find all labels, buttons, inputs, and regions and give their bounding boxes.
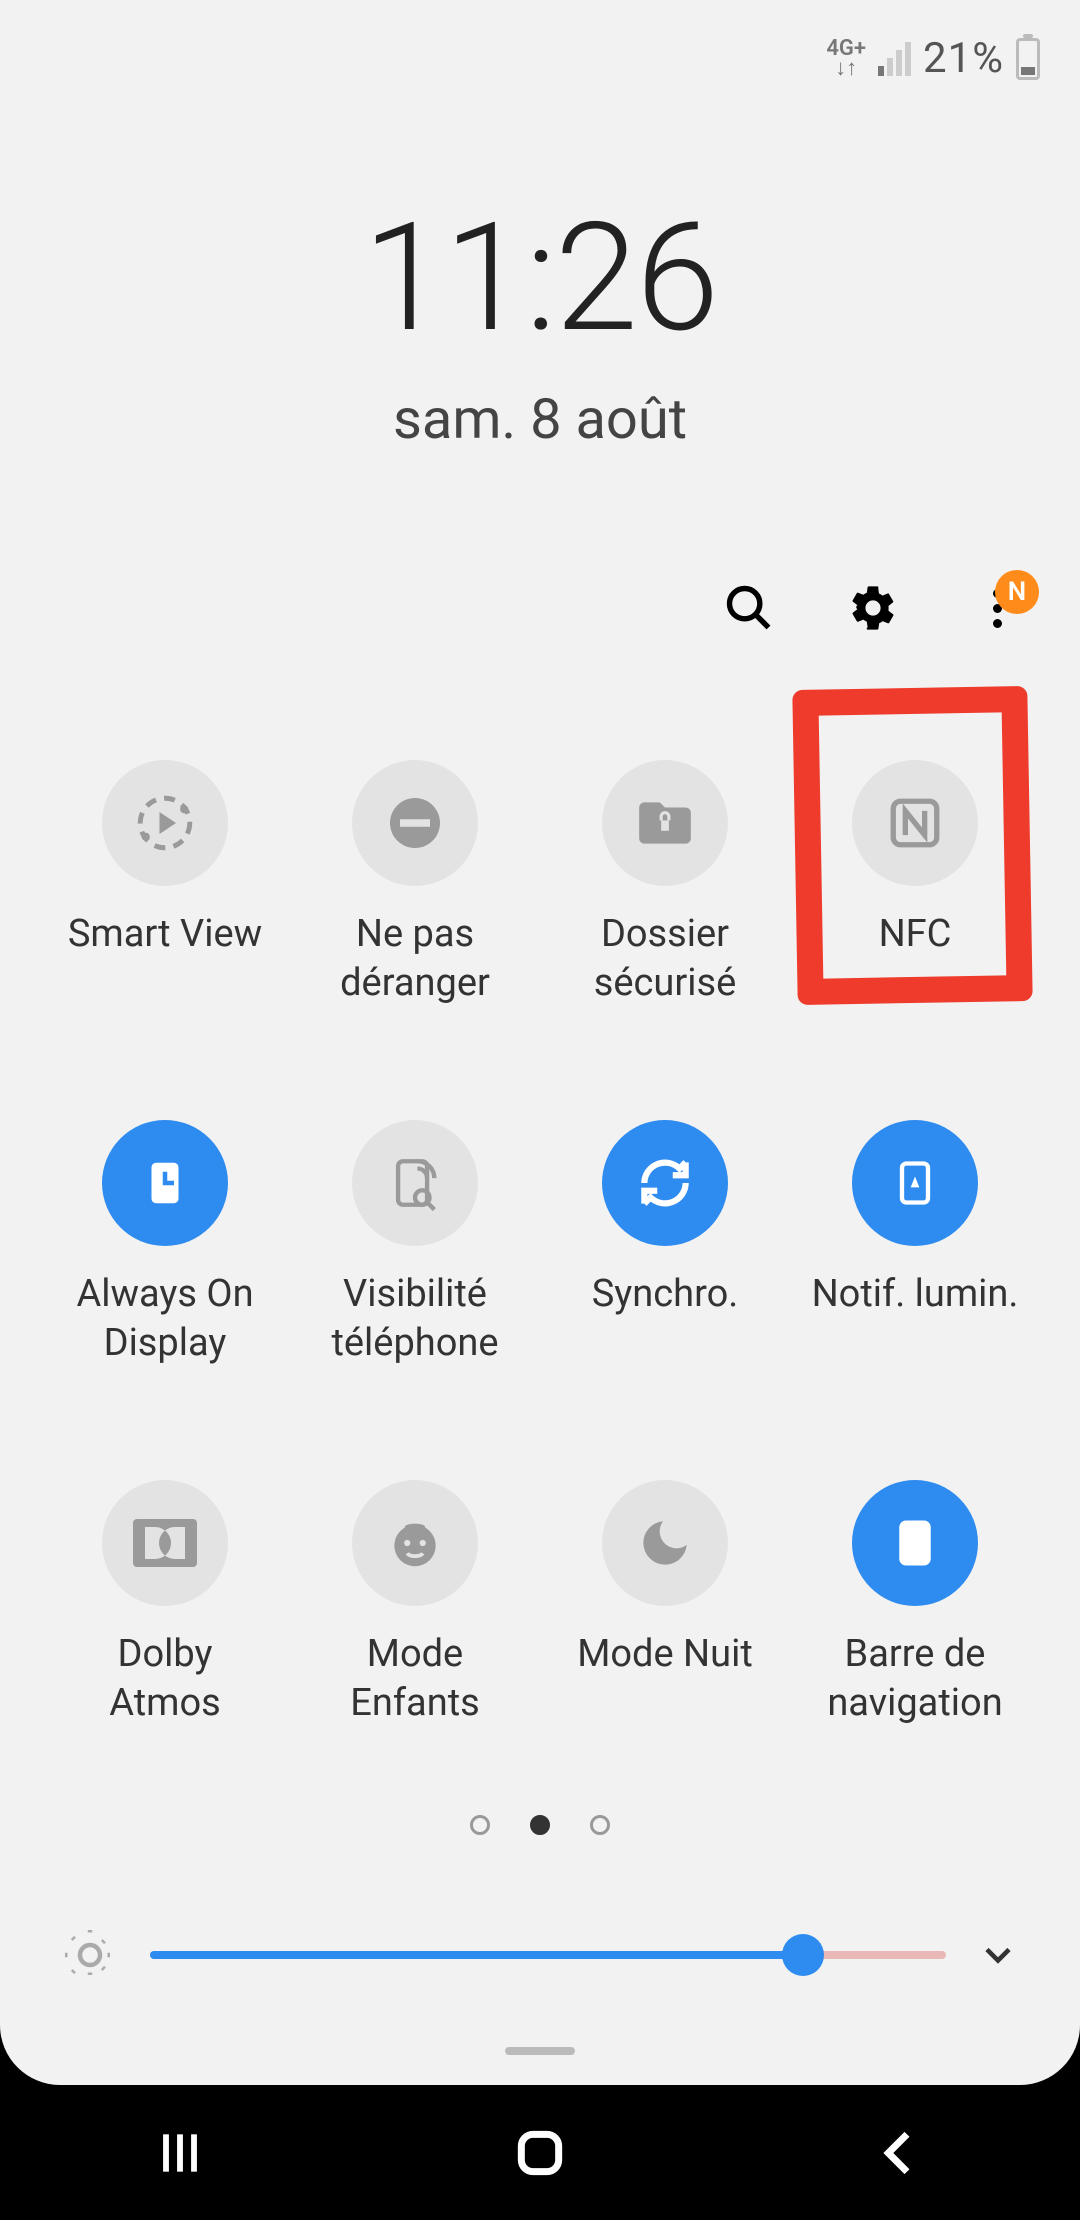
gear-icon <box>847 582 899 634</box>
quick-settings-panel: 4G+ ↓↑ 21% 11:26 sam. 8 août N <box>0 0 1080 2085</box>
tile-smart-view[interactable]: Smart View <box>45 760 285 1010</box>
kids-icon <box>384 1512 446 1574</box>
tile-label: Barre denavigation <box>827 1630 1002 1730</box>
tile-label: Mode Nuit <box>577 1630 753 1730</box>
network-indicator: 4G+ ↓↑ <box>826 39 866 79</box>
brightness-thumb[interactable] <box>782 1934 824 1976</box>
tile-label: Notif. lumin. <box>812 1270 1019 1370</box>
tile-edge-lighting[interactable]: Notif. lumin. <box>795 1120 1035 1370</box>
home-icon <box>512 2125 568 2181</box>
signal-icon <box>878 42 911 76</box>
battery-icon <box>1016 38 1040 80</box>
tile-sync[interactable]: Synchro. <box>545 1120 785 1370</box>
visibility-icon <box>386 1154 444 1212</box>
clock-time: 11:26 <box>0 190 1080 366</box>
tile-phone-visibility[interactable]: Visibilitétéléphone <box>295 1120 535 1370</box>
system-navigation-bar <box>0 2085 1080 2220</box>
settings-button[interactable] <box>845 580 901 636</box>
tile-label: ModeEnfants <box>350 1630 480 1730</box>
tile-label: Always OnDisplay <box>76 1270 253 1370</box>
back-button[interactable] <box>800 2113 1000 2193</box>
aod-icon <box>138 1156 192 1210</box>
tile-label: NFC <box>879 910 952 1010</box>
home-button[interactable] <box>440 2113 640 2193</box>
night-icon <box>636 1514 694 1572</box>
clock-block: 11:26 sam. 8 août <box>0 190 1080 452</box>
quick-tiles-grid: Smart View Ne pasdéranger Dossiersécuris… <box>0 760 1080 1730</box>
battery-percent: 21% <box>923 34 1004 83</box>
tile-label: Dossiersécurisé <box>594 910 736 1010</box>
panel-actions: N <box>721 580 1025 636</box>
tile-label: Visibilitétéléphone <box>331 1270 498 1370</box>
sync-icon <box>634 1152 696 1214</box>
tile-label: DolbyAtmos <box>109 1630 221 1730</box>
network-arrows-icon: ↓↑ <box>826 59 866 79</box>
back-icon <box>872 2125 928 2181</box>
status-bar: 4G+ ↓↑ 21% <box>826 34 1040 83</box>
tile-label: Smart View <box>68 910 262 1010</box>
tile-secure-folder[interactable]: Dossiersécurisé <box>545 760 785 1010</box>
page-dot-current <box>530 1815 550 1835</box>
dolby-icon <box>133 1519 197 1567</box>
brightness-slider[interactable] <box>150 1951 946 1959</box>
tile-do-not-disturb[interactable]: Ne pasdéranger <box>295 760 535 1010</box>
tile-label: Synchro. <box>592 1270 739 1370</box>
tile-night-mode[interactable]: Mode Nuit <box>545 1480 785 1730</box>
panel-handle[interactable] <box>505 2047 575 2055</box>
recents-icon <box>152 2125 208 2181</box>
tile-kids-mode[interactable]: ModeEnfants <box>295 1480 535 1730</box>
more-button[interactable]: N <box>969 580 1025 636</box>
tile-nfc[interactable]: NFC <box>795 760 1035 1010</box>
tile-always-on-display[interactable]: Always OnDisplay <box>45 1120 285 1370</box>
search-icon <box>723 582 775 634</box>
page-indicator[interactable] <box>470 1815 610 1835</box>
edge-light-icon <box>889 1157 941 1209</box>
brightness-icon <box>60 1925 120 1985</box>
dnd-icon <box>385 793 445 853</box>
page-dot <box>470 1815 490 1835</box>
clock-date: sam. 8 août <box>0 386 1080 452</box>
secure-folder-icon <box>634 792 696 854</box>
page-dot <box>590 1815 610 1835</box>
tile-label: Ne pasdéranger <box>340 910 490 1010</box>
search-button[interactable] <box>721 580 777 636</box>
smart-view-icon <box>132 790 198 856</box>
nfc-icon <box>886 794 944 852</box>
brightness-fill <box>150 1951 803 1959</box>
navbar-icon <box>888 1516 942 1570</box>
tile-navigation-bar[interactable]: Barre denavigation <box>795 1480 1035 1730</box>
more-badge: N <box>995 570 1039 614</box>
brightness-row <box>60 1925 1020 1985</box>
expand-button[interactable] <box>976 1933 1020 1977</box>
tile-dolby-atmos[interactable]: DolbyAtmos <box>45 1480 285 1730</box>
recents-button[interactable] <box>80 2113 280 2193</box>
